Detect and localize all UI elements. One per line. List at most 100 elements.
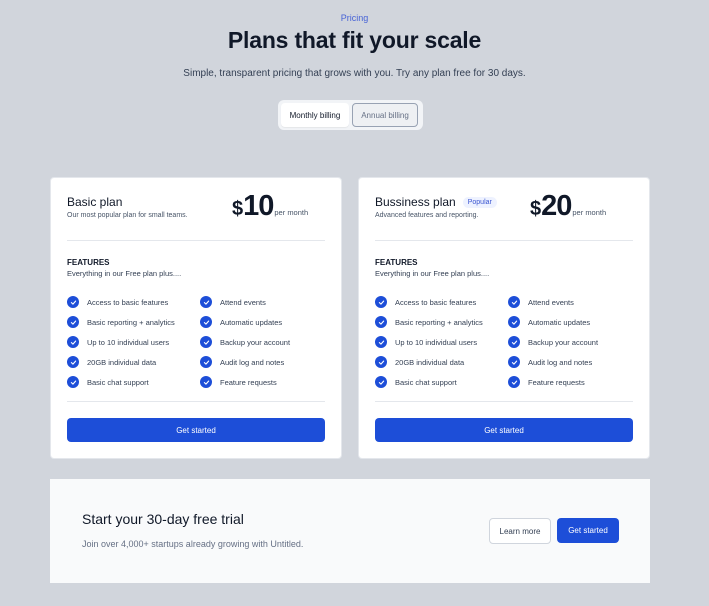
card-divider (375, 401, 633, 402)
plan-header: Bussiness plan Popular Advanced features… (375, 195, 497, 219)
check-icon (375, 336, 387, 348)
feature-label: Audit log and notes (528, 357, 593, 367)
check-icon (508, 296, 520, 308)
feature-label: Access to basic features (395, 297, 477, 307)
plan-description: Advanced features and reporting. (375, 212, 479, 219)
feature-label: Basic chat support (87, 377, 149, 387)
features-right-column: Attend events Automatic updates Backup you… (200, 292, 290, 392)
free-trial-banner: Start your 30-day free trial Join over 4… (50, 479, 650, 583)
check-icon (200, 296, 212, 308)
check-icon (67, 376, 79, 388)
billing-toggle: Monthly billing Annual billing (278, 100, 423, 130)
feature-item: Basic reporting + analytics (375, 312, 483, 332)
check-icon (508, 356, 520, 368)
plan-name: Bussiness plan Popular (375, 195, 497, 209)
feature-item: Feature requests (508, 372, 598, 392)
check-icon (67, 296, 79, 308)
feature-label: Feature requests (528, 377, 585, 387)
plan-name-label: Bussiness plan (375, 195, 456, 209)
check-icon (375, 296, 387, 308)
feature-label: 20GB individual data (87, 357, 157, 367)
features-left-column: Access to basic features Basic reporting … (67, 292, 175, 392)
feature-label: Audit log and notes (220, 357, 285, 367)
feature-item: Audit log and notes (508, 352, 598, 372)
check-icon (200, 356, 212, 368)
price-currency: $ (530, 198, 542, 220)
monthly-billing-option[interactable]: Monthly billing (281, 103, 349, 127)
plan-card-basic: Basic plan Our most popular plan for sma… (50, 177, 342, 459)
check-icon (508, 336, 520, 348)
price-period: per month (274, 208, 309, 217)
plan-name-label: Basic plan (67, 195, 123, 209)
feature-label: Backup your account (528, 337, 599, 347)
features-left-column: Access to basic features Basic reporting … (375, 292, 483, 392)
card-divider (67, 401, 325, 402)
feature-item: 20GB individual data (375, 352, 483, 372)
popular-badge: Popular (462, 196, 497, 208)
page-subtitle: Simple, transparent pricing that grows w… (183, 68, 526, 79)
feature-item: Basic reporting + analytics (67, 312, 175, 332)
trial-title: Start your 30-day free trial (82, 511, 244, 527)
feature-label: Attend events (528, 297, 574, 307)
plan-price: $ 10 per month (232, 190, 308, 223)
feature-item: Up to 10 individual users (375, 332, 483, 352)
plan-name: Basic plan (67, 195, 188, 209)
feature-item: Attend events (508, 292, 598, 312)
price-amount: 20 (541, 190, 572, 222)
features-subtitle: Everything in our Free plan plus.... (67, 269, 182, 278)
feature-item: Automatic updates (200, 312, 290, 332)
check-icon (375, 316, 387, 328)
feature-item: Basic chat support (375, 372, 483, 392)
price-currency: $ (232, 198, 244, 220)
feature-item: Automatic updates (508, 312, 598, 332)
features-title: FEATURES (375, 258, 418, 267)
plan-price: $ 20 per month (530, 190, 606, 223)
get-started-button[interactable]: Get started (67, 418, 325, 442)
check-icon (67, 356, 79, 368)
features-subtitle: Everything in our Free plan plus.... (375, 269, 490, 278)
check-icon (508, 376, 520, 388)
check-icon (200, 316, 212, 328)
check-icon (67, 336, 79, 348)
feature-item: Backup your account (200, 332, 290, 352)
features-header: FEATURES Everything in our Free plan plu… (67, 258, 181, 278)
plan-description: Our most popular plan for small teams. (67, 212, 188, 219)
feature-item: Access to basic features (67, 292, 175, 312)
feature-label: Attend events (220, 297, 266, 307)
feature-label: Access to basic features (87, 297, 169, 307)
plan-card-business: Bussiness plan Popular Advanced features… (358, 177, 650, 459)
feature-item: 20GB individual data (67, 352, 175, 372)
price-amount: 10 (243, 190, 274, 222)
feature-label: Automatic updates (220, 317, 283, 327)
check-icon (375, 356, 387, 368)
feature-label: Basic reporting + analytics (87, 317, 175, 327)
feature-label: Automatic updates (528, 317, 591, 327)
trial-get-started-button[interactable]: Get started (557, 518, 619, 543)
features-right-column: Attend events Automatic updates Backup you… (508, 292, 598, 392)
page-title: Plans that fit your scale (227, 27, 482, 53)
feature-label: Up to 10 individual users (87, 337, 170, 347)
card-divider (67, 240, 325, 241)
check-icon (375, 376, 387, 388)
feature-item: Audit log and notes (200, 352, 290, 372)
pricing-eyebrow: Pricing (340, 13, 369, 23)
check-icon (200, 376, 212, 388)
get-started-button[interactable]: Get started (375, 418, 633, 442)
feature-item: Basic chat support (67, 372, 175, 392)
feature-label: Basic reporting + analytics (395, 317, 483, 327)
feature-item: Feature requests (200, 372, 290, 392)
feature-label: Basic chat support (395, 377, 457, 387)
check-icon (508, 316, 520, 328)
trial-subtitle: Join over 4,000+ startups already growin… (82, 539, 304, 549)
feature-item: Attend events (200, 292, 290, 312)
feature-label: Feature requests (220, 377, 277, 387)
annual-billing-option[interactable]: Annual billing (352, 103, 418, 127)
feature-label: Up to 10 individual users (395, 337, 478, 347)
card-divider (375, 240, 633, 241)
features-header: FEATURES Everything in our Free plan plu… (375, 258, 489, 278)
learn-more-button[interactable]: Learn more (489, 518, 551, 544)
feature-item: Backup your account (508, 332, 598, 352)
check-icon (67, 316, 79, 328)
check-icon (200, 336, 212, 348)
price-period: per month (572, 208, 607, 217)
